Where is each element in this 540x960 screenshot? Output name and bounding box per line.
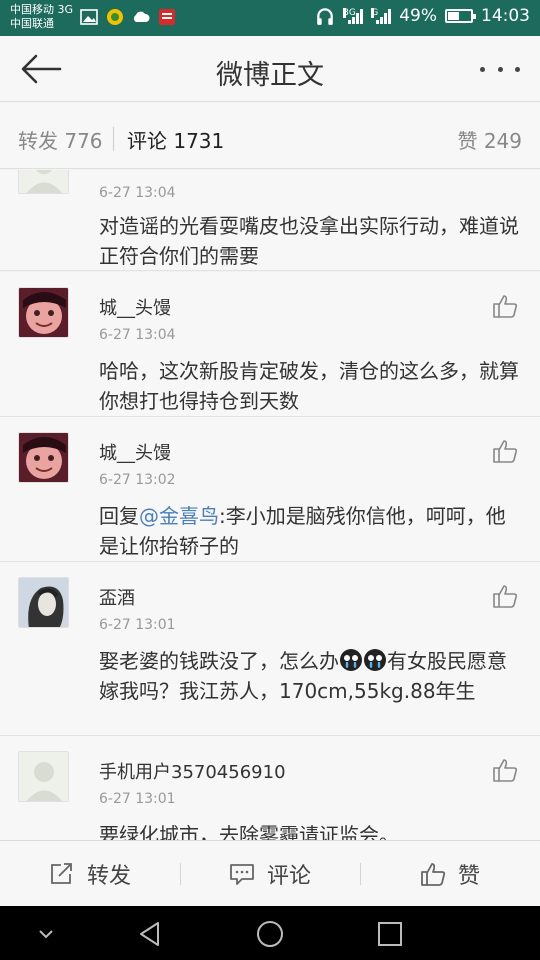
like-label: 赞 — [457, 863, 480, 889]
user-photo-avatar — [19, 288, 68, 337]
more-dot-icon — [515, 66, 520, 72]
news-app-icon — [159, 9, 175, 25]
comment-time: 6-27 13:04 — [99, 185, 176, 201]
comment-text: 哈哈，这次新股肯定破发，清仓的这么多，就算你想打也得持仓到天数 — [99, 359, 519, 413]
avatar[interactable] — [18, 432, 69, 483]
comment-username[interactable]: 城__头馒 — [99, 294, 171, 320]
thumbs-up-icon[interactable] — [492, 439, 518, 463]
page-title: 微博正文 — [216, 60, 324, 91]
battery-level — [448, 12, 459, 20]
thumbs-up-icon — [421, 862, 446, 886]
crying-face-icon — [340, 649, 362, 671]
comment-time: 6-27 13:04 — [99, 327, 176, 343]
comment-text: 对造谣的光看耍嘴皮也没拿出实际行动，难道说正符合你们的需要 — [99, 214, 519, 268]
comment-label: 评论 — [266, 863, 311, 889]
header: 微博正文 — [0, 36, 540, 102]
like-button[interactable]: 赞 — [360, 841, 540, 906]
user-photo-avatar — [19, 578, 68, 627]
repost-label: 转发 — [86, 863, 131, 889]
comment-button[interactable]: 评论 — [180, 841, 360, 906]
comment-text: 娶老婆的钱跌没了，怎么办 有女股民愿意嫁我吗？我江苏人，170cm,55kg.88… — [99, 646, 519, 706]
more-dot-icon — [480, 66, 485, 72]
reply-prefix: 回复 — [99, 504, 139, 528]
comment-username[interactable]: 城__头馒 — [99, 439, 171, 465]
comment-username[interactable]: 盃酒 — [99, 584, 135, 610]
tabs-bar: 转发 776 评论 1731 赞 249 — [0, 103, 540, 169]
signal-strength-1: 3G — [343, 8, 364, 24]
navigation-bar — [0, 906, 540, 960]
carrier-info: 中国移动 3G 中国联通 — [10, 3, 73, 31]
battery-icon — [445, 9, 476, 23]
mention-link[interactable]: @金喜鸟 — [139, 504, 219, 528]
recent-apps-icon[interactable] — [376, 920, 404, 948]
chevron-down-icon[interactable] — [32, 920, 60, 948]
status-bar: 中国移动 3G 中国联通 3G G 49% 14:03 — [0, 0, 540, 36]
comment-item[interactable]: 盃酒 6-27 13:01 娶老婆的钱跌没了，怎么办 有女股民愿意嫁我吗？我江苏人… — [0, 562, 540, 736]
default-avatar-icon — [19, 170, 68, 193]
thumbs-up-icon[interactable] — [492, 294, 518, 318]
app-badge-icon — [107, 9, 123, 25]
comment-text: 回复@金喜鸟:李小加是脑残你信他，呵呵，他是让你抬轿子的 — [99, 501, 519, 561]
network-type-1: 3G — [343, 8, 356, 18]
avatar[interactable] — [18, 751, 69, 802]
tab-comments[interactable]: 评论 1731 — [127, 125, 224, 154]
tab-likes[interactable]: 赞 249 — [457, 125, 522, 154]
comment-time: 6-27 13:02 — [99, 472, 176, 488]
thumbs-up-icon[interactable] — [492, 584, 518, 608]
comment-item[interactable]: 6-27 13:04 对造谣的光看耍嘴皮也没拿出实际行动，难道说正符合你们的需要 — [0, 170, 540, 271]
comment-username[interactable]: 手机用户3570456910 — [99, 758, 286, 784]
signal-strength-2: G — [371, 8, 392, 24]
battery-percent: 49% — [399, 6, 437, 26]
comment-item[interactable]: 城__头馒 6-27 13:04 哈哈，这次新股肯定破发，清仓的这么多，就算你想… — [0, 272, 540, 417]
default-avatar-icon — [19, 752, 68, 801]
crying-face-icon — [364, 649, 386, 671]
clock: 14:03 — [481, 6, 530, 26]
tab-divider — [113, 127, 114, 151]
comment-time: 6-27 13:01 — [99, 617, 176, 633]
comment-item[interactable]: 城__头馒 6-27 13:02 回复@金喜鸟:李小加是脑残你信他，呵呵，他是让… — [0, 417, 540, 562]
carrier-line-1: 中国移动 3G — [10, 3, 74, 16]
more-dot-icon — [497, 66, 503, 72]
home-circle-icon[interactable] — [256, 920, 284, 948]
comment-list[interactable]: 6-27 13:04 对造谣的光看耍嘴皮也没拿出实际行动，难道说正符合你们的需要… — [0, 170, 540, 840]
tab-repost[interactable]: 转发 776 — [18, 125, 103, 154]
repost-button[interactable]: 转发 — [0, 841, 180, 906]
comment-text-part-1: 娶老婆的钱跌没了，怎么办 — [99, 649, 339, 673]
network-type-2: G — [371, 8, 379, 18]
comment-item[interactable]: 手机用户3570456910 6-27 13:01 要绿化城市，去除雾霾请证监会… — [0, 736, 540, 840]
headphones-icon — [317, 8, 333, 25]
cloud-icon — [133, 11, 150, 22]
avatar[interactable] — [18, 170, 69, 194]
user-photo-avatar — [19, 433, 68, 482]
avatar[interactable] — [18, 287, 69, 338]
more-options-button[interactable] — [480, 58, 520, 80]
action-bar: 转发 评论 赞 — [0, 840, 540, 906]
image-icon — [80, 9, 98, 25]
avatar[interactable] — [18, 577, 69, 628]
comment-text: 要绿化城市，去除雾霾请证监会。 — [99, 823, 399, 840]
comment-time: 6-27 13:01 — [99, 791, 176, 807]
repost-icon — [51, 862, 72, 884]
thumbs-up-icon[interactable] — [492, 758, 518, 782]
comment-icon — [230, 863, 254, 885]
back-triangle-icon[interactable] — [136, 920, 164, 948]
carrier-line-2: 中国联通 — [10, 17, 54, 30]
